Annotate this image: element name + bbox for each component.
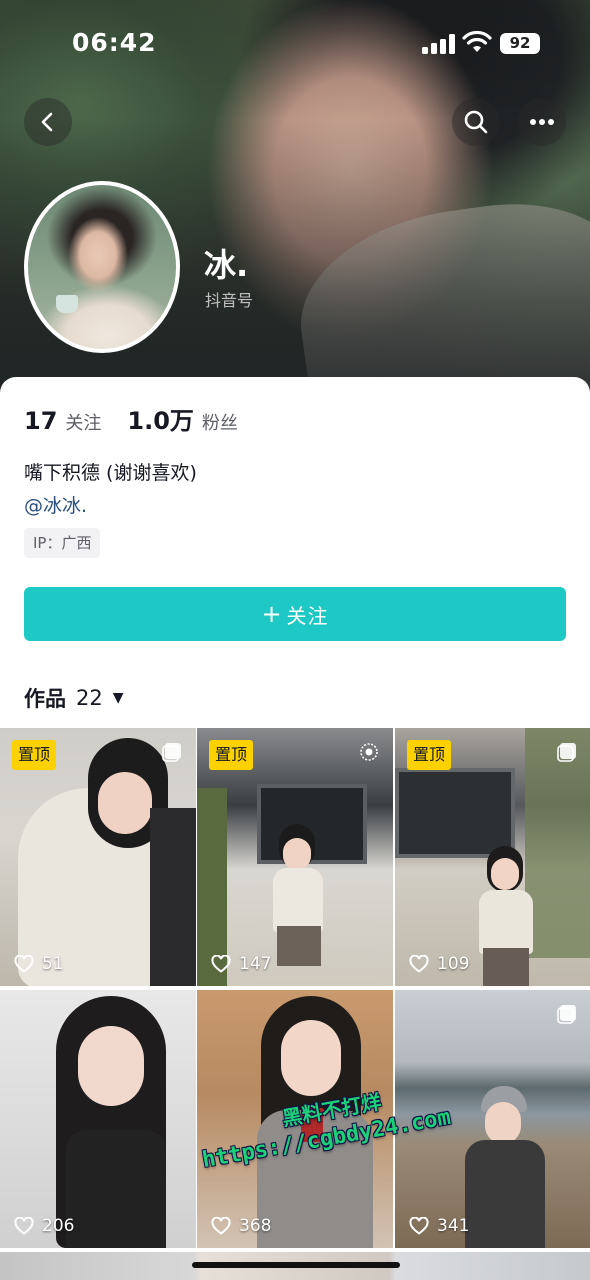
following-count[interactable]: 17	[24, 407, 57, 435]
like-count-value: 206	[42, 1216, 75, 1236]
video-thumbnail[interactable]: 置顶 109	[395, 728, 590, 986]
heart-icon	[211, 955, 231, 973]
like-count-value: 147	[239, 954, 272, 974]
more-options-button[interactable]	[518, 98, 566, 146]
more-horizontal-icon	[530, 119, 554, 125]
cellular-signal-icon	[422, 34, 456, 54]
status-bar: 06:42 92	[0, 0, 590, 88]
wifi-icon	[462, 30, 492, 52]
pinned-badge: 置顶	[209, 740, 254, 770]
followers-label[interactable]: 粉丝	[202, 409, 238, 435]
like-count: 206	[14, 1216, 74, 1236]
plus-icon: +	[261, 600, 283, 628]
search-button[interactable]	[452, 98, 500, 146]
avatar-teacup	[56, 295, 78, 313]
multi-image-icon	[162, 743, 181, 762]
mention-link[interactable]: @冰冰.	[24, 491, 87, 518]
battery-indicator: 92	[500, 33, 540, 54]
ip-location-tag: IP：广西	[24, 528, 101, 558]
tab-works[interactable]: 作品 22 ▼	[24, 683, 124, 713]
like-count-value: 341	[437, 1216, 470, 1236]
heart-icon	[409, 955, 429, 973]
home-indicator[interactable]	[192, 1262, 400, 1268]
live-photo-icon	[360, 743, 378, 761]
like-count: 341	[409, 1216, 469, 1236]
heart-icon	[14, 955, 34, 973]
heart-icon	[211, 1217, 231, 1235]
profile-bio: 嘴下积德 (谢谢喜欢)	[24, 462, 197, 484]
profile-nickname: 冰.	[204, 246, 249, 284]
like-count-value: 109	[437, 954, 470, 974]
pinned-badge: 置顶	[407, 740, 452, 770]
works-grid: 置顶 51 置顶 147 置顶 109 206 368 341	[0, 728, 590, 1280]
follow-button[interactable]: + 关注	[24, 587, 566, 641]
avatar[interactable]	[24, 181, 180, 353]
pinned-badge: 置顶	[12, 740, 57, 770]
multi-image-icon	[557, 1005, 576, 1024]
like-count-value: 51	[42, 954, 64, 974]
profile-stats: 17 关注 1.0万 粉丝	[24, 401, 238, 435]
followers-count[interactable]: 1.0万	[127, 401, 194, 436]
follow-button-label: 关注	[286, 603, 329, 628]
search-icon	[464, 110, 488, 134]
chevron-left-icon	[41, 112, 53, 132]
heart-icon	[14, 1217, 34, 1235]
heart-icon	[409, 1217, 429, 1235]
like-count: 147	[211, 954, 271, 974]
like-count-value: 368	[239, 1216, 272, 1236]
like-count: 51	[14, 954, 64, 974]
video-thumbnail[interactable]: 置顶 147	[197, 728, 393, 986]
works-count: 22	[76, 686, 103, 710]
status-time: 06:42	[72, 28, 157, 57]
works-tab-label: 作品	[24, 687, 66, 711]
multi-image-icon	[557, 743, 576, 762]
back-button[interactable]	[24, 98, 72, 146]
following-label[interactable]: 关注	[65, 409, 101, 435]
douyin-id-label: 抖音号	[205, 291, 254, 310]
like-count: 109	[409, 954, 469, 974]
like-count: 368	[211, 1216, 271, 1236]
caret-down-icon: ▼	[112, 690, 124, 706]
video-thumbnail[interactable]: 206	[0, 990, 196, 1248]
video-thumbnail[interactable]: 置顶 51	[0, 728, 196, 986]
